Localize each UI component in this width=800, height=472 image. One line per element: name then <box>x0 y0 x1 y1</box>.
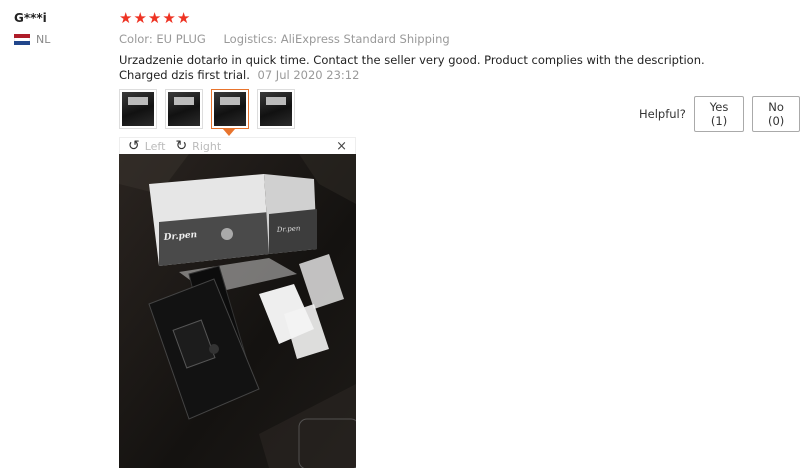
star-icon: ★ <box>133 9 147 27</box>
helpful-no-button[interactable]: No (0) <box>752 96 800 132</box>
review-photo-thumbnail[interactable] <box>165 89 203 129</box>
review-text: Urzadzenie dotarło in quick time. Contac… <box>119 53 705 82</box>
logistics: Logistics: AliExpress Standard Shipping <box>223 32 450 46</box>
rotate-right-button[interactable]: ↻ Right <box>175 138 222 154</box>
product-color: Color: EU PLUG <box>119 32 206 46</box>
country-code: NL <box>36 33 51 46</box>
helpful-label: Helpful? <box>639 107 686 121</box>
review-photo-thumbnail[interactable] <box>257 89 295 129</box>
helpful-yes-button[interactable]: Yes (1) <box>693 96 745 132</box>
helpful-section: Helpful? Yes (1) No (0) <box>639 96 800 132</box>
photo-thumbnails <box>119 89 303 129</box>
star-icon: ★ <box>119 9 133 27</box>
close-viewer-button[interactable]: × <box>336 139 347 154</box>
star-icon: ★ <box>147 9 162 27</box>
rotate-left-label: Left <box>144 139 166 153</box>
rotate-left-icon: ↺ <box>128 138 140 154</box>
reviewer-name: G***i <box>14 11 47 25</box>
photo-viewer-toolbar: ↺ Left ↻ Right × <box>119 137 356 154</box>
rotate-right-icon: ↻ <box>175 138 188 154</box>
star-icon: ★ <box>176 9 191 27</box>
review-date: 07 Jul 2020 23:12 <box>257 68 360 82</box>
review-body: Urzadzenie dotarło in quick time. Contac… <box>119 53 709 83</box>
rotate-left-button[interactable]: ↺ Left <box>128 138 166 154</box>
selected-pointer-icon <box>223 129 235 136</box>
review-photo-image <box>122 92 154 126</box>
reviewer-country: NL <box>14 33 50 46</box>
review-photo-thumbnail-selected[interactable] <box>211 89 249 129</box>
review-photo-image <box>260 92 292 126</box>
review-photo-image <box>214 92 246 126</box>
product-photo-image: Dr.pen Dr.pen <box>119 154 356 468</box>
flag-nl-icon <box>14 34 30 46</box>
review-photo-thumbnail[interactable] <box>119 89 157 129</box>
review-photo-image <box>168 92 200 126</box>
review-meta: Color: EU PLUG Logistics: AliExpress Sta… <box>119 32 464 46</box>
star-rating: ★ ★ ★ ★ ★ <box>119 11 191 26</box>
review-photo-large: Dr.pen Dr.pen <box>119 154 356 468</box>
star-icon: ★ <box>162 9 176 27</box>
rotate-right-label: Right <box>192 139 222 153</box>
